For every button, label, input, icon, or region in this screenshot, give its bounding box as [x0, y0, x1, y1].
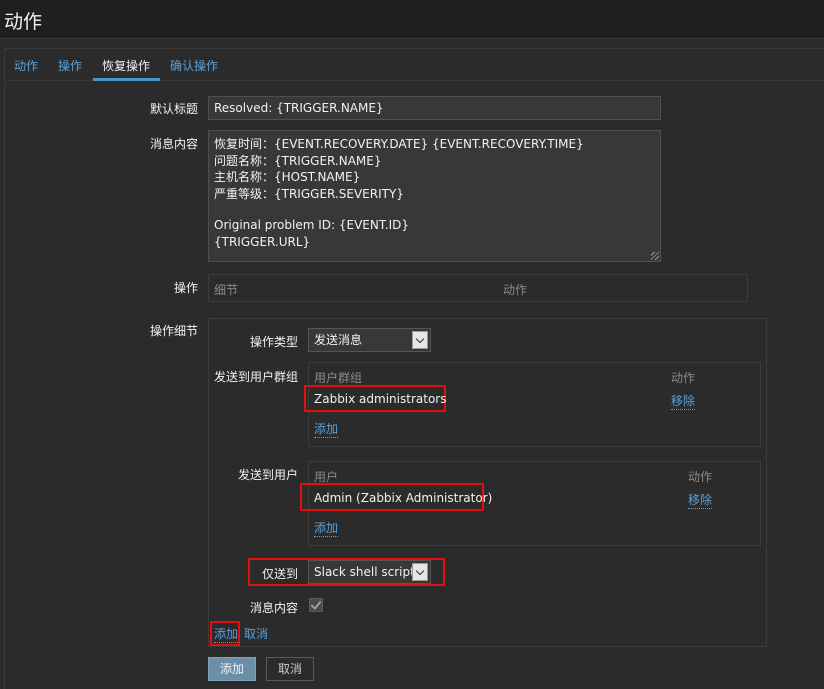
message-line: Original problem ID: {EVENT.ID} — [214, 218, 409, 232]
users-col-action: 动作 — [688, 470, 713, 484]
message-line: 严重等级：{TRIGGER.SEVERITY} — [214, 186, 404, 201]
default-subject-label: 默认标题 — [149, 102, 198, 116]
message-textarea[interactable]: 恢复时间：{EVENT.RECOVERY.DATE} {EVENT.RECOVE… — [208, 130, 661, 262]
send-to-users-label: 发送到用户 — [237, 468, 298, 482]
page-title: 动作 — [4, 11, 43, 33]
groups-col-action: 动作 — [671, 371, 696, 385]
operation-type-select[interactable]: 发送消息 — [308, 328, 431, 352]
send-only-to-value: Slack shell script — [314, 565, 415, 579]
tab-acknowledge-operations[interactable]: 确认操作 — [170, 57, 218, 74]
add-operation-link[interactable]: 添加 — [214, 625, 239, 643]
message-line: 主机名称：{HOST.NAME} — [214, 170, 361, 184]
message-line: 问题名称：{TRIGGER.NAME} — [214, 153, 382, 168]
add-user-link[interactable]: 添加 — [314, 519, 339, 537]
remove-group-link[interactable]: 移除 — [671, 392, 696, 410]
operation-type-label: 操作类型 — [249, 335, 298, 349]
message-content-label: 消息内容 — [249, 601, 298, 615]
send-to-groups-label: 发送到用户群组 — [213, 370, 298, 384]
operations-label: 操作 — [173, 281, 198, 295]
add-button[interactable]: 添加 — [208, 657, 256, 681]
message-label: 消息内容 — [149, 137, 198, 151]
send-only-to-label: 仅送到 — [261, 567, 298, 581]
tab-action[interactable]: 动作 — [14, 57, 38, 74]
add-group-link[interactable]: 添加 — [314, 420, 339, 438]
message-content-checkbox[interactable] — [309, 598, 323, 612]
remove-user-link[interactable]: 移除 — [688, 491, 713, 509]
cancel-operation-link[interactable]: 取消 — [244, 625, 268, 642]
message-line — [214, 202, 655, 217]
operations-col-action: 动作 — [503, 283, 528, 297]
user-group-name: Zabbix administrators — [314, 392, 447, 406]
chevron-down-icon — [412, 563, 428, 581]
groups-col-group: 用户群组 — [314, 371, 363, 385]
tab-operations[interactable]: 操作 — [58, 57, 82, 74]
tab-recovery-operations[interactable]: 恢复操作 — [102, 57, 150, 74]
default-subject-input[interactable] — [208, 96, 661, 120]
operations-table — [208, 274, 748, 302]
send-only-to-select[interactable]: Slack shell script — [308, 560, 431, 584]
operations-col-details: 细节 — [214, 283, 239, 297]
message-line: 恢复时间：{EVENT.RECOVERY.DATE} {EVENT.RECOVE… — [214, 137, 584, 151]
active-tab-indicator — [93, 78, 160, 81]
operation-type-value: 发送消息 — [314, 333, 363, 347]
chevron-down-icon — [412, 331, 428, 349]
header-bar — [0, 0, 824, 39]
user-name: Admin (Zabbix Administrator) — [314, 491, 493, 505]
resize-grip-icon[interactable] — [651, 252, 659, 260]
operation-details-label: 操作细节 — [149, 324, 198, 338]
cancel-button[interactable]: 取消 — [266, 657, 314, 681]
message-line: {TRIGGER.URL} — [214, 234, 311, 249]
